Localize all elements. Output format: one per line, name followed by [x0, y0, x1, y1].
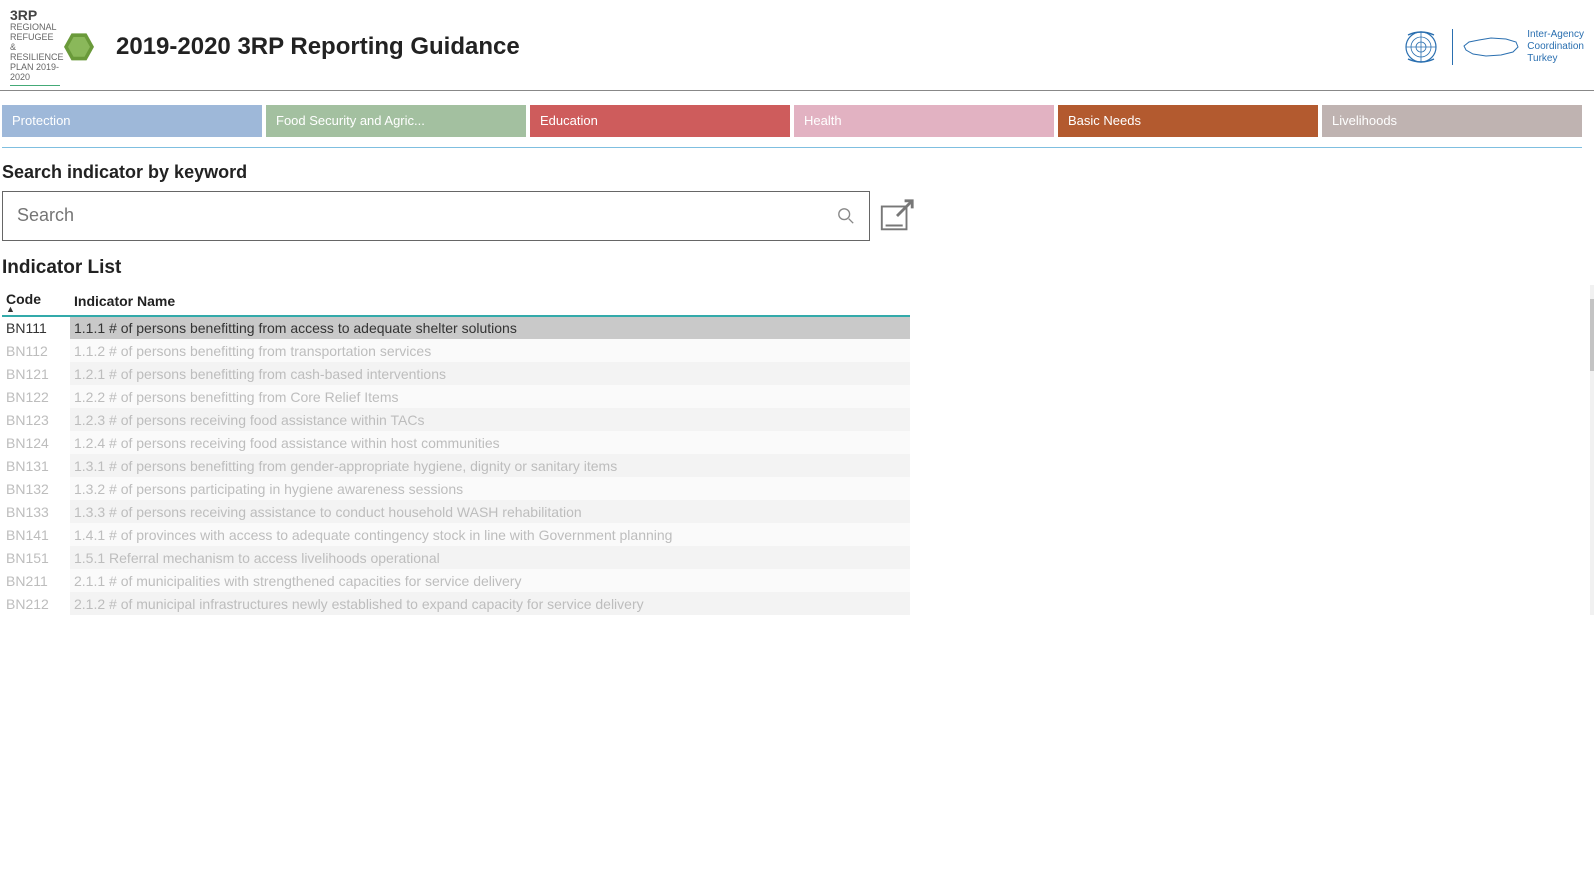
edit-export-icon[interactable]	[878, 197, 916, 235]
search-icon[interactable]	[837, 207, 855, 225]
table-row[interactable]: BN1311.3.1 # of persons benefitting from…	[2, 454, 910, 477]
table-row[interactable]: BN1321.3.2 # of persons participating in…	[2, 477, 910, 500]
table-row[interactable]: BN1211.2.1 # of persons benefitting from…	[2, 362, 910, 385]
iac-block: Inter-Agency Coordination Turkey	[1452, 29, 1584, 65]
cell-code: BN121	[2, 362, 70, 385]
logo-3rp: 3RP REGIONAL REFUGEE & RESILIENCE PLAN 2…	[10, 8, 94, 86]
search-row	[2, 191, 1582, 241]
cell-code: BN124	[2, 431, 70, 454]
search-input[interactable]	[17, 205, 837, 226]
indicator-table: Code ▲ Indicator Name BN1111.1.1 # of pe…	[2, 285, 910, 616]
logo-3rp-text: 3RP REGIONAL REFUGEE & RESILIENCE PLAN 2…	[10, 8, 60, 86]
tab-basic[interactable]: Basic Needs	[1058, 105, 1318, 137]
un-logo-icon	[1398, 27, 1444, 67]
divider	[2, 147, 1582, 148]
tab-livelihoods[interactable]: Livelihoods	[1322, 105, 1582, 137]
table-row[interactable]: BN1111.1.1 # of persons benefitting from…	[2, 316, 910, 339]
table-row[interactable]: BN1231.2.3 # of persons receiving food a…	[2, 408, 910, 431]
tab-education[interactable]: Education	[530, 105, 790, 137]
cell-code: BN131	[2, 454, 70, 477]
cell-code: BN122	[2, 385, 70, 408]
main: ProtectionFood Security and Agric...Educ…	[0, 91, 1594, 879]
indicator-list-title: Indicator List	[2, 257, 1582, 279]
cell-name: 1.2.2 # of persons benefitting from Core…	[70, 385, 910, 408]
tab-food[interactable]: Food Security and Agric...	[266, 105, 526, 137]
cell-code: BN123	[2, 408, 70, 431]
iac-line1: Inter-Agency	[1527, 29, 1584, 41]
table-row[interactable]: BN1241.2.4 # of persons receiving food a…	[2, 431, 910, 454]
logo-sub: REGIONAL REFUGEE & RESILIENCE PLAN 2019-…	[10, 22, 64, 81]
sector-tabs: ProtectionFood Security and Agric...Educ…	[2, 105, 1582, 137]
cell-name: 1.1.1 # of persons benefitting from acce…	[70, 316, 910, 339]
table-row[interactable]: BN1511.5.1 Referral mechanism to access …	[2, 546, 910, 569]
cell-name: 1.2.1 # of persons benefitting from cash…	[70, 362, 910, 385]
turkey-map-icon	[1461, 32, 1521, 62]
scroll-thumb[interactable]	[1590, 299, 1594, 371]
cell-code: BN151	[2, 546, 70, 569]
table-wrap: Code ▲ Indicator Name BN1111.1.1 # of pe…	[2, 285, 1582, 616]
col-name[interactable]: Indicator Name	[70, 285, 910, 317]
cell-name: 1.2.3 # of persons receiving food assist…	[70, 408, 910, 431]
sort-asc-icon: ▲	[6, 307, 66, 312]
table-row[interactable]: BN1221.2.2 # of persons benefitting from…	[2, 385, 910, 408]
page-title: 2019-2020 3RP Reporting Guidance	[116, 33, 520, 61]
header-left: 3RP REGIONAL REFUGEE & RESILIENCE PLAN 2…	[10, 8, 520, 86]
hexagon-icon	[64, 32, 94, 62]
header-right: Inter-Agency Coordination Turkey	[1398, 27, 1584, 67]
table-row[interactable]: BN1121.1.2 # of persons benefitting from…	[2, 339, 910, 362]
cell-name: 1.3.2 # of persons participating in hygi…	[70, 477, 910, 500]
cell-code: BN212	[2, 592, 70, 615]
cell-name: 1.4.1 # of provinces with access to adeq…	[70, 523, 910, 546]
header: 3RP REGIONAL REFUGEE & RESILIENCE PLAN 2…	[0, 0, 1594, 91]
cell-code: BN133	[2, 500, 70, 523]
search-label: Search indicator by keyword	[2, 162, 1582, 183]
scrollbar[interactable]: ˄	[1590, 285, 1594, 616]
table-row[interactable]: BN1411.4.1 # of provinces with access to…	[2, 523, 910, 546]
table-row[interactable]: BN2112.1.1 # of municipalities with stre…	[2, 569, 910, 592]
cell-name: 2.1.2 # of municipal infrastructures new…	[70, 592, 910, 615]
cell-name: 1.5.1 Referral mechanism to access livel…	[70, 546, 910, 569]
cell-code: BN112	[2, 339, 70, 362]
scroll-up-icon[interactable]: ˄	[1590, 285, 1594, 296]
iac-line3: Turkey	[1527, 53, 1584, 65]
table-row[interactable]: BN2122.1.2 # of municipal infrastructure…	[2, 592, 910, 615]
cell-name: 1.2.4 # of persons receiving food assist…	[70, 431, 910, 454]
table-row[interactable]: BN1331.3.3 # of persons receiving assist…	[2, 500, 910, 523]
logo-main: 3RP	[10, 8, 60, 23]
cell-code: BN141	[2, 523, 70, 546]
cell-code: BN111	[2, 316, 70, 339]
cell-name: 1.3.3 # of persons receiving assistance …	[70, 500, 910, 523]
left-column: ProtectionFood Security and Agric...Educ…	[0, 91, 1582, 879]
iac-line2: Coordination	[1527, 41, 1584, 53]
cell-name: 2.1.1 # of municipalities with strengthe…	[70, 569, 910, 592]
search-box[interactable]	[2, 191, 870, 241]
cell-code: BN132	[2, 477, 70, 500]
cell-name: 1.1.2 # of persons benefitting from tran…	[70, 339, 910, 362]
cell-name: 1.3.1 # of persons benefitting from gend…	[70, 454, 910, 477]
tab-protection[interactable]: Protection	[2, 105, 262, 137]
iac-text: Inter-Agency Coordination Turkey	[1527, 29, 1584, 65]
col-code[interactable]: Code ▲	[2, 285, 70, 317]
tab-health[interactable]: Health	[794, 105, 1054, 137]
cell-code: BN211	[2, 569, 70, 592]
